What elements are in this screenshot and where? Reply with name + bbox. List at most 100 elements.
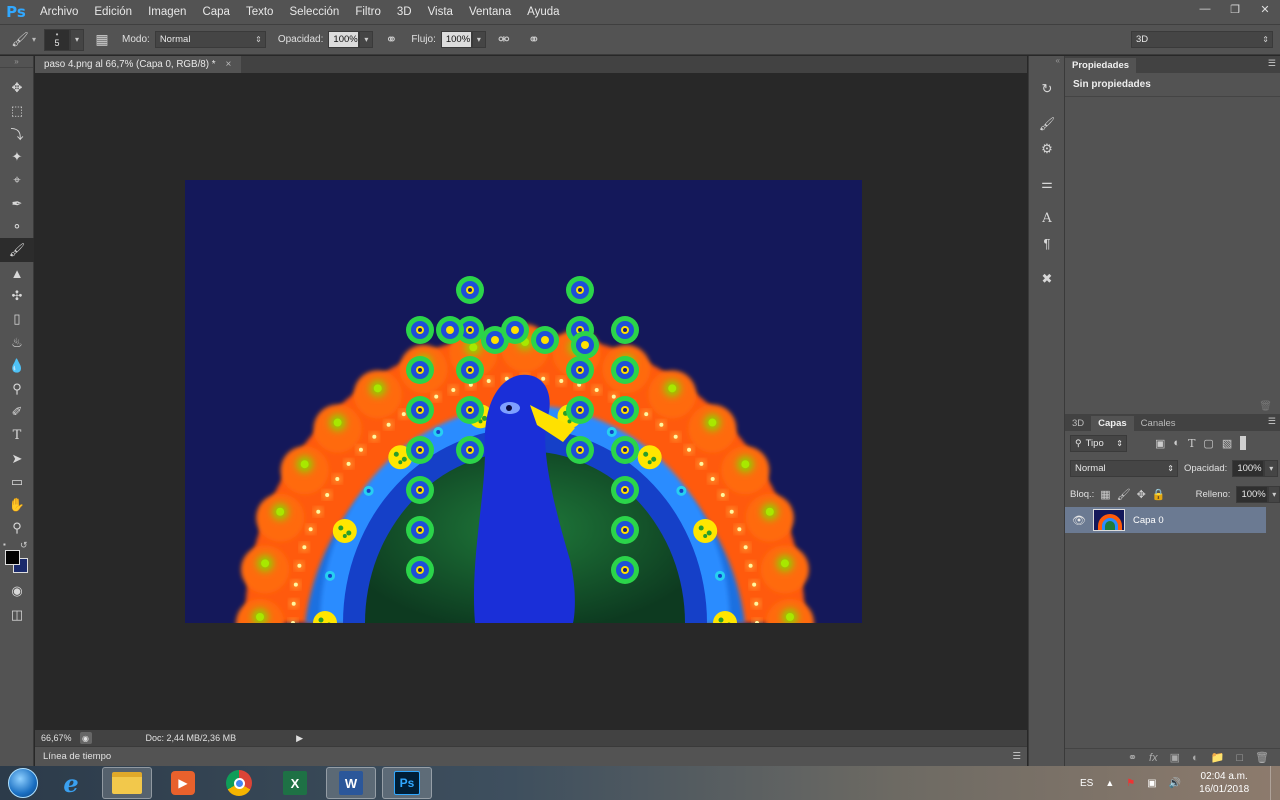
start-button[interactable] <box>8 768 38 798</box>
rectangle-tool-icon[interactable]: ▭ <box>0 470 34 493</box>
show-desktop-button[interactable] <box>1270 766 1280 800</box>
panel-menu-icon[interactable]: ☰ <box>1012 751 1021 762</box>
delete-layer-icon[interactable]: 🗑 <box>1255 751 1269 764</box>
menu-seleccion[interactable]: Selección <box>281 6 347 18</box>
quick-select-tool-icon[interactable]: ✦ <box>0 146 34 169</box>
layer-name[interactable]: Capa 0 <box>1133 515 1164 526</box>
menu-ayuda[interactable]: Ayuda <box>519 6 567 18</box>
brush-panel-icon[interactable]: ▦ <box>90 28 114 52</box>
swap-colors-icon[interactable]: ↺ <box>20 540 28 551</box>
restore-icon[interactable]: ❐ <box>1220 0 1250 18</box>
character-icon[interactable]: A <box>1029 206 1065 231</box>
peacock-artwork[interactable] <box>185 180 862 623</box>
layer-style-icon[interactable]: fx <box>1149 752 1158 764</box>
new-group-icon[interactable]: 📁 <box>1211 751 1225 764</box>
panel-menu-icon[interactable]: ☰ <box>1268 416 1276 427</box>
trash-icon[interactable]: 🗑 <box>1259 401 1272 412</box>
filter-adjustment-icon[interactable]: ◐ <box>1173 437 1180 449</box>
clone-source-icon[interactable]: ⚌ <box>1029 171 1065 196</box>
hand-tool-icon[interactable]: ✋ <box>0 493 34 516</box>
fill-dropdown[interactable]: ▾ <box>1268 485 1280 503</box>
close-tab-icon[interactable]: × <box>226 59 232 70</box>
move-tool-icon[interactable]: ✥ <box>0 76 34 99</box>
screen-mode-icon[interactable]: ◫ <box>0 603 34 626</box>
lock-position-icon[interactable]: ✥ <box>1137 488 1146 501</box>
filter-smart-object-icon[interactable]: ▧ <box>1222 437 1232 450</box>
pen-tool-icon[interactable]: ✐ <box>0 401 34 424</box>
flow-dropdown[interactable]: ▾ <box>471 31 486 48</box>
flow-input[interactable]: 100% <box>440 31 472 48</box>
brush-settings-icon[interactable]: ⚙ <box>1029 136 1065 161</box>
chevron-down-icon[interactable]: ▾ <box>32 35 36 44</box>
menu-3d[interactable]: 3D <box>389 6 420 18</box>
tab-canales[interactable]: Canales <box>1134 416 1183 431</box>
workspace-select[interactable]: 3D ⇕ <box>1131 31 1273 48</box>
brush-size-picker[interactable]: • 5 <box>44 28 71 51</box>
layer-row[interactable]: 👁 Capa 0 <box>1065 507 1267 533</box>
mode-select[interactable]: Normal ⇕ <box>154 31 266 48</box>
menu-imagen[interactable]: Imagen <box>140 6 194 18</box>
zoom-tool-icon[interactable]: ⚲ <box>0 517 34 540</box>
marquee-tool-icon[interactable]: ⬚ <box>0 99 34 122</box>
visibility-eye-icon[interactable]: 👁 <box>1065 514 1093 527</box>
media-player-icon[interactable]: ▶ <box>158 767 208 799</box>
eraser-tool-icon[interactable]: ▯ <box>0 308 34 331</box>
lock-transparency-icon[interactable]: ▦ <box>1100 488 1110 501</box>
word-icon[interactable]: W <box>326 767 376 799</box>
layers-scrollbar[interactable] <box>1266 507 1280 533</box>
brush-size-dropdown[interactable]: ▾ <box>70 28 85 51</box>
layer-opacity-dropdown[interactable]: ▾ <box>1264 459 1279 477</box>
export-icon[interactable]: ◉ <box>79 732 92 744</box>
document-tab[interactable]: paso 4.png al 66,7% (Capa 0, RGB/8) * × <box>35 56 241 73</box>
crop-tool-icon[interactable]: ⌖ <box>0 169 34 192</box>
new-layer-icon[interactable]: □ <box>1236 752 1243 764</box>
brush-presets-icon[interactable]: 🖌 <box>1029 111 1065 136</box>
opacity-dropdown[interactable]: ▾ <box>359 31 374 48</box>
menu-ventana[interactable]: Ventana <box>461 6 519 18</box>
lock-pixels-icon[interactable]: 🖌 <box>1117 488 1131 501</box>
menu-texto[interactable]: Texto <box>238 6 282 18</box>
path-select-tool-icon[interactable]: ➤ <box>0 447 34 470</box>
excel-icon[interactable]: X <box>270 767 320 799</box>
menu-capa[interactable]: Capa <box>194 6 238 18</box>
brush-tool-icon[interactable]: 🖌 <box>0 238 34 262</box>
file-explorer-icon[interactable] <box>102 767 152 799</box>
blur-tool-icon[interactable]: 💧 <box>0 354 34 377</box>
lock-all-icon[interactable]: 🔒 <box>1152 488 1166 501</box>
tab-capas[interactable]: Capas <box>1091 416 1134 431</box>
dodge-tool-icon[interactable]: ⚲ <box>0 377 34 400</box>
collapse-icon[interactable]: » <box>0 56 33 68</box>
chrome-icon[interactable] <box>214 767 264 799</box>
pressure-opacity-icon[interactable]: ⚭ <box>379 28 403 52</box>
status-menu-arrow-icon[interactable]: ▶ <box>296 733 303 744</box>
paint-bucket-tool-icon[interactable]: ♨ <box>0 331 34 354</box>
clock[interactable]: 02:04 a.m. 16/01/2018 <box>1199 770 1249 796</box>
history-icon[interactable]: ↻ <box>1029 76 1065 101</box>
add-mask-icon[interactable]: ▣ <box>1170 751 1180 764</box>
minimize-icon[interactable]: — <box>1190 0 1220 18</box>
opacity-input[interactable]: 100% <box>328 31 360 48</box>
history-brush-tool-icon[interactable]: ✣ <box>0 285 34 308</box>
fill-input[interactable]: 100% <box>1236 485 1269 503</box>
collapse-icon[interactable]: « <box>1029 56 1064 68</box>
photoshop-taskbar-icon[interactable]: Ps <box>382 767 432 799</box>
brush-preset-icon[interactable]: 🖌 <box>8 28 32 52</box>
tool-presets-icon[interactable]: ✖ <box>1029 266 1065 291</box>
lasso-tool-icon[interactable]: ⤵ <box>0 122 34 145</box>
zoom-level[interactable]: 66,67% <box>41 733 72 743</box>
filter-toggle[interactable] <box>1240 436 1247 450</box>
pressure-size-icon[interactable]: ⚭ <box>522 28 546 52</box>
healing-brush-tool-icon[interactable]: ⚬ <box>0 215 34 238</box>
eyedropper-tool-icon[interactable]: ✒ <box>0 192 34 215</box>
foreground-color-swatch[interactable] <box>5 549 20 565</box>
panel-menu-icon[interactable]: ☰ <box>1268 58 1276 69</box>
type-tool-icon[interactable]: T <box>0 424 34 447</box>
filter-pixel-icon[interactable]: ▣ <box>1155 437 1165 450</box>
language-indicator[interactable]: ES <box>1080 778 1093 789</box>
layer-opacity-input[interactable]: 100% <box>1232 459 1265 477</box>
airbrush-icon[interactable]: ⚮ <box>492 28 516 52</box>
canvas-area[interactable] <box>35 73 1027 730</box>
network-icon[interactable]: ▣ <box>1147 778 1156 789</box>
tab-propiedades[interactable]: Propiedades <box>1065 58 1137 73</box>
stamp-tool-icon[interactable]: ▲ <box>0 262 34 285</box>
